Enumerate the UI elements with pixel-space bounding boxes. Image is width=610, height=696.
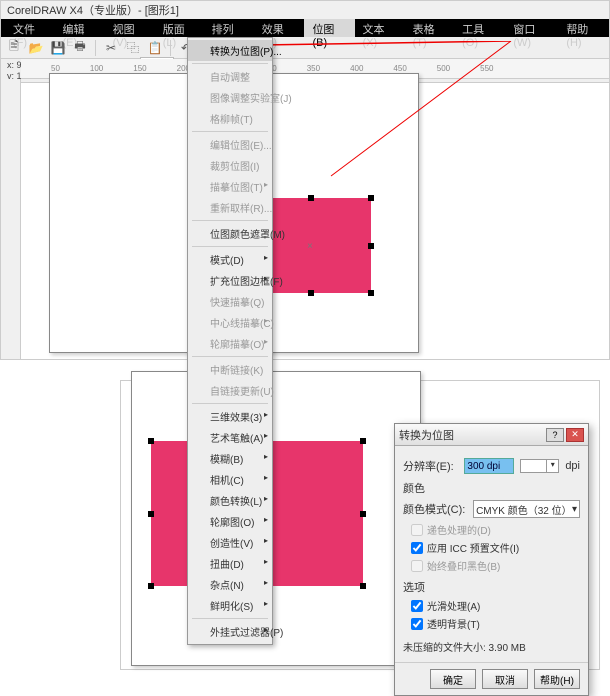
resolution-input[interactable] — [464, 458, 514, 474]
color-section: 颜色 — [403, 480, 580, 496]
toolbox[interactable] — [1, 79, 21, 359]
bitmap-menu-item-24[interactable]: 模糊(B)▸ — [188, 448, 272, 469]
bitmap-menu-item-23[interactable]: 艺术笔触(A)▸ — [188, 427, 272, 448]
bitmap-menu-item-4: 格柳帧(T) — [188, 108, 272, 129]
center-marker: × — [307, 241, 313, 252]
bitmap-menu-item-26[interactable]: 颜色转换(L)▸ — [188, 490, 272, 511]
cancel-button[interactable]: 取消 — [482, 669, 528, 689]
bitmap-menu: 转换为位图(P)... 自动调整图像调整实验室(J)格柳帧(T) 编辑位图(E)..… — [187, 37, 273, 645]
h2-l[interactable] — [148, 511, 154, 517]
menu-1[interactable]: 编辑(E) — [55, 19, 105, 37]
copy-icon[interactable]: ⿻ — [124, 39, 142, 57]
menu-8[interactable]: 表格(T) — [405, 19, 455, 37]
menu-7[interactable]: 文本(X) — [355, 19, 405, 37]
handle-tr[interactable] — [368, 195, 374, 201]
bitmap-menu-item-22[interactable]: 三维效果(3)▸ — [188, 406, 272, 427]
menu-5[interactable]: 效果(C) — [254, 19, 305, 37]
bitmap-menu-item-8: 描摹位图(T)▸ — [188, 176, 272, 197]
bitmap-menu-item-25[interactable]: 相机(C)▸ — [188, 469, 272, 490]
h2-r[interactable] — [360, 511, 366, 517]
bitmap-menu-item-13[interactable]: 模式(D)▸ — [188, 249, 272, 270]
menu-6[interactable]: 位图(B) — [304, 19, 354, 37]
convert-to-bitmap-dialog: 转换为位图 ? ✕ 分辨率(E): ▾ dpi 颜色 颜色模式(C): CMYK… — [394, 423, 589, 696]
save-icon[interactable]: 💾 — [49, 39, 67, 57]
dialog-titlebar[interactable]: 转换为位图 ? ✕ — [395, 424, 588, 446]
bitmap-menu-item-11[interactable]: 位图颜色遮罩(M) — [188, 223, 272, 244]
bitmap-menu-item-29[interactable]: 扭曲(D)▸ — [188, 553, 272, 574]
options-section: 选项 — [403, 579, 580, 595]
bitmap-menu-item-2: 自动调整 — [188, 66, 272, 87]
help-icon[interactable]: ? — [546, 428, 564, 442]
app-title: CorelDRAW X4（专业版）- [图形1] — [7, 2, 179, 18]
menu-2[interactable]: 视图(V) — [105, 19, 155, 37]
menu-4[interactable]: 排列(A) — [204, 19, 254, 37]
h2-bl[interactable] — [148, 583, 154, 589]
h2-br[interactable] — [360, 583, 366, 589]
bitmap-menu-item-27[interactable]: 轮廓图(O)▸ — [188, 511, 272, 532]
new-icon[interactable]: 🗎 — [5, 39, 23, 57]
file-size-text: 未压缩的文件大小: 3.90 MB — [403, 639, 580, 654]
antialias-checkbox[interactable] — [411, 600, 423, 612]
bitmap-menu-item-7: 裁剪位图(I) — [188, 155, 272, 176]
cut-icon[interactable]: ✂ — [102, 39, 120, 57]
close-icon[interactable]: ✕ — [566, 428, 584, 442]
bitmap-menu-item-20: 自链接更新(U) — [188, 380, 272, 401]
titlebar: CorelDRAW X4（专业版）- [图形1] — [1, 1, 609, 19]
open-icon[interactable]: 📂 — [27, 39, 45, 57]
bitmap-menu-item-31[interactable]: 鲜明化(S)▸ — [188, 595, 272, 616]
bitmap-menu-item-30[interactable]: 杂点(N)▸ — [188, 574, 272, 595]
resolution-unit-combo[interactable]: ▾ — [520, 459, 559, 473]
bitmap-menu-item-14[interactable]: 扩充位图边框(F)▸ — [188, 270, 272, 291]
menubar: 文件(F)编辑(E)视图(V)版面(L)排列(A)效果(C)位图(B)文本(X)… — [1, 19, 609, 37]
resolution-unit: dpi — [565, 460, 580, 472]
bitmap-menu-item-33[interactable]: 外挂式过滤器(P)▸ — [188, 621, 272, 642]
bitmap-menu-item-16: 中心线描摹(C)▸ — [188, 312, 272, 333]
bitmap-menu-item-3: 图像调整实验室(J) — [188, 87, 272, 108]
overprint-black-checkbox — [411, 560, 423, 572]
ok-button[interactable]: 确定 — [430, 669, 476, 689]
dither-checkbox — [411, 524, 423, 536]
menu-9[interactable]: 工具(O) — [454, 19, 505, 37]
menu-0[interactable]: 文件(F) — [5, 19, 55, 37]
handle-r[interactable] — [368, 243, 374, 249]
bitmap-menu-item-28[interactable]: 创造性(V)▸ — [188, 532, 272, 553]
paste-icon[interactable]: 📋 — [146, 39, 164, 57]
menu-10[interactable]: 窗口(W) — [505, 19, 558, 37]
h2-tr[interactable] — [360, 438, 366, 444]
dialog-title: 转换为位图 — [399, 427, 454, 443]
print-icon[interactable]: 🖶 — [71, 39, 89, 57]
coreldraw-window: CorelDRAW X4（专业版）- [图形1] 文件(F)编辑(E)视图(V)… — [0, 0, 610, 360]
icc-checkbox[interactable] — [411, 542, 423, 554]
transparent-bg-checkbox[interactable] — [411, 618, 423, 630]
help-button[interactable]: 帮助(H) — [534, 669, 580, 689]
color-mode-select[interactable]: CMYK 颜色（32 位）▾ — [473, 500, 580, 518]
bitmap-menu-item-15: 快速描摹(Q) — [188, 291, 272, 312]
color-mode-label: 颜色模式(C): — [403, 501, 467, 517]
bitmap-menu-item-9: 重新取样(R)... — [188, 197, 272, 218]
workspace[interactable]: × — [21, 83, 609, 359]
bitmap-menu-item-6: 编辑位图(E)... — [188, 134, 272, 155]
menu-11[interactable]: 帮助(H) — [558, 19, 609, 37]
bitmap-menu-item-17: 轮廓描摹(O)▸ — [188, 333, 272, 354]
resolution-label: 分辨率(E): — [403, 458, 458, 474]
handle-b[interactable] — [308, 290, 314, 296]
handle-br[interactable] — [368, 290, 374, 296]
bitmap-menu-item-19: 中断链接(K) — [188, 359, 272, 380]
h2-tl[interactable] — [148, 438, 154, 444]
handle-t[interactable] — [308, 195, 314, 201]
menu-3[interactable]: 版面(L) — [155, 19, 204, 37]
bitmap-menu-item-0[interactable]: 转换为位图(P)... — [188, 40, 272, 61]
